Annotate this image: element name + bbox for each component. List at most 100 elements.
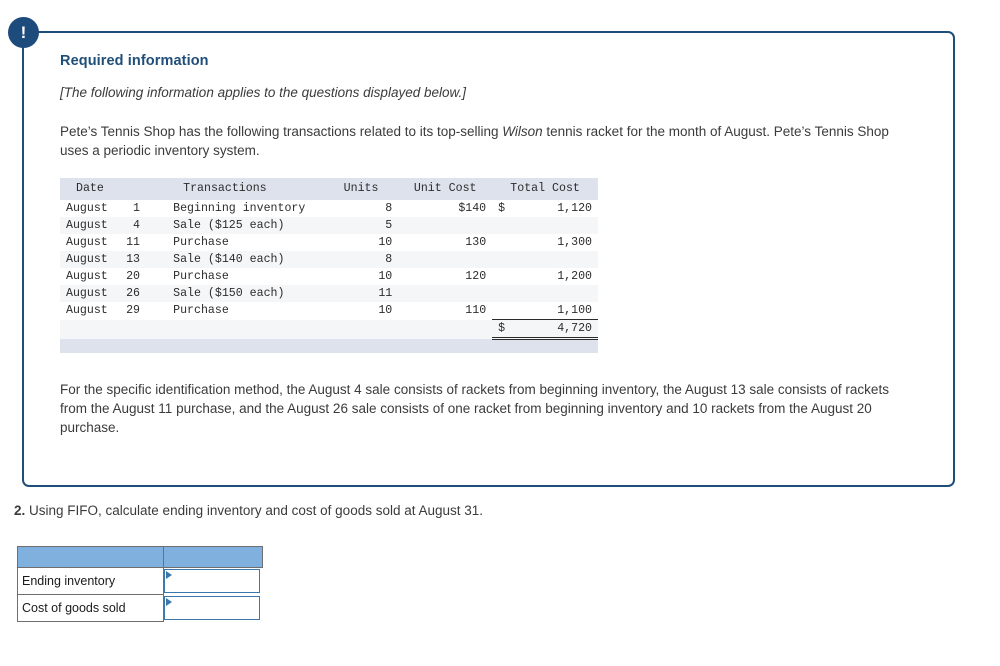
cell-units: 8 — [323, 200, 399, 217]
cell-date-day: 26 — [126, 287, 140, 300]
cell-date-month: August — [66, 236, 108, 249]
cost-of-goods-sold-input[interactable] — [164, 596, 260, 620]
label-ending-inventory: Ending inventory — [17, 567, 164, 595]
brand-name: Wilson — [502, 124, 543, 139]
answer-header-label-cell — [17, 546, 164, 568]
table-header-row: Date Transactions Units Unit Cost Total … — [60, 178, 598, 200]
cell-date: August 11 — [60, 234, 168, 251]
question-text: Using FIFO, calculate ending inventory a… — [25, 503, 484, 518]
column-header-unit-cost: Unit Cost — [398, 178, 493, 200]
required-information-card: Required information [The following info… — [22, 31, 955, 487]
cell-total-cost — [519, 285, 598, 302]
applies-to-note: [The following information applies to th… — [60, 85, 466, 100]
total-spacer-transaction — [167, 319, 324, 339]
table-row: August 26 Sale ($150 each) 11 — [60, 285, 598, 302]
transactions-table-head: Date Transactions Units Unit Cost Total … — [60, 178, 598, 200]
column-header-date: Date — [60, 178, 168, 200]
cell-date-month: August — [66, 202, 108, 215]
cell-date-month: August — [66, 304, 108, 318]
table-row: August 1 Beginning inventory 8 $140 $ 1,1… — [60, 200, 598, 217]
cell-unit-cost — [398, 285, 493, 302]
table-row: August 13 Sale ($140 each) 8 — [60, 251, 598, 268]
cell-unit-cost: 130 — [398, 234, 493, 251]
transactions-table-body: August 1 Beginning inventory 8 $140 $ 1,1… — [60, 200, 598, 353]
cell-total-cost: 1,200 — [519, 268, 598, 285]
answer-row-ending-inventory: Ending inventory — [17, 567, 263, 595]
cell-date-day: 11 — [126, 236, 140, 249]
cell-units: 10 — [323, 234, 399, 251]
total-spacer-units — [323, 319, 399, 339]
alert-icon: ! — [8, 17, 39, 48]
cell-units: 8 — [323, 251, 399, 268]
table-row: August 11 Purchase 10 130 1,300 — [60, 234, 598, 251]
intro-text-before: Pete’s Tennis Shop has the following tra… — [60, 124, 503, 139]
answer-table: Ending inventory Cost of goods sold — [17, 546, 263, 622]
cell-unit-cost: 120 — [398, 268, 493, 285]
cell-date-day: 1 — [133, 202, 140, 215]
cell-currency — [492, 234, 520, 251]
footer-band-cell — [60, 338, 598, 353]
table-total-row: $ 4,720 — [60, 319, 598, 340]
ending-inventory-input[interactable] — [164, 569, 260, 594]
cell-currency — [492, 302, 520, 320]
specific-identification-paragraph: For the specific identification method, … — [60, 382, 889, 435]
total-value: 4,720 — [519, 319, 598, 340]
transactions-table-wrapper: Date Transactions Units Unit Cost Total … — [60, 178, 598, 353]
cell-marker-icon — [166, 571, 172, 580]
cell-date: August 1 — [60, 200, 168, 217]
table-row: August 4 Sale ($125 each) 5 — [60, 217, 598, 234]
answer-header-row — [17, 546, 263, 568]
cell-total-cost — [519, 217, 598, 234]
question-number: 2. — [14, 503, 26, 518]
cell-date: August 13 — [60, 251, 168, 268]
cell-date-day: 29 — [126, 304, 140, 318]
transactions-table: Date Transactions Units Unit Cost Total … — [60, 178, 598, 353]
answer-header-value-cell — [163, 546, 263, 568]
total-spacer-date — [60, 319, 168, 339]
cell-total-cost: 1,120 — [519, 200, 598, 217]
cell-date: August 26 — [60, 285, 168, 302]
table-row: August 20 Purchase 10 120 1,200 — [60, 268, 598, 285]
cell-date-day: 13 — [126, 253, 140, 266]
page-title: Required information — [60, 53, 209, 69]
cell-date-month: August — [66, 287, 108, 300]
cell-transaction: Beginning inventory — [167, 200, 324, 217]
cell-unit-cost: $140 — [398, 200, 493, 217]
cell-date: August 20 — [60, 268, 168, 285]
cost-of-goods-sold-input-cell[interactable] — [164, 595, 263, 622]
cell-date-month: August — [66, 219, 108, 232]
cell-transaction: Purchase — [167, 268, 324, 285]
cell-units: 10 — [323, 302, 399, 320]
cell-units: 5 — [323, 217, 399, 234]
label-cost-of-goods-sold: Cost of goods sold — [17, 594, 164, 622]
intro-paragraph: Pete’s Tennis Shop has the following tra… — [60, 122, 910, 160]
cell-currency — [492, 217, 520, 234]
cell-unit-cost — [398, 251, 493, 268]
total-currency: $ — [492, 319, 520, 340]
cell-currency — [492, 251, 520, 268]
column-header-units: Units — [323, 178, 399, 200]
question-prompt: 2. Using FIFO, calculate ending inventor… — [14, 503, 483, 518]
cell-currency: $ — [492, 200, 520, 217]
cell-total-cost: 1,300 — [519, 234, 598, 251]
cell-transaction: Sale ($125 each) — [167, 217, 324, 234]
ending-inventory-input-cell[interactable] — [164, 568, 263, 595]
cell-transaction: Purchase — [167, 234, 324, 251]
cell-date-day: 4 — [133, 219, 140, 232]
cell-total-cost: 1,100 — [519, 302, 598, 320]
cell-units: 11 — [323, 285, 399, 302]
cell-units: 10 — [323, 268, 399, 285]
table-row: August 29 Purchase 10 110 1,100 — [60, 302, 598, 320]
cell-marker-icon — [166, 598, 172, 606]
answer-table-body: Ending inventory Cost of goods sold — [17, 546, 263, 622]
cell-date-month: August — [66, 270, 108, 283]
cell-transaction: Sale ($140 each) — [167, 251, 324, 268]
cell-date-day: 20 — [126, 270, 140, 283]
total-spacer-unit-cost — [398, 319, 493, 339]
column-header-total-cost: Total Cost — [492, 178, 598, 200]
cell-transaction: Sale ($150 each) — [167, 285, 324, 302]
cell-date: August 29 — [60, 302, 168, 320]
cell-unit-cost — [398, 217, 493, 234]
cell-date-month: August — [66, 253, 108, 266]
cell-currency — [492, 285, 520, 302]
